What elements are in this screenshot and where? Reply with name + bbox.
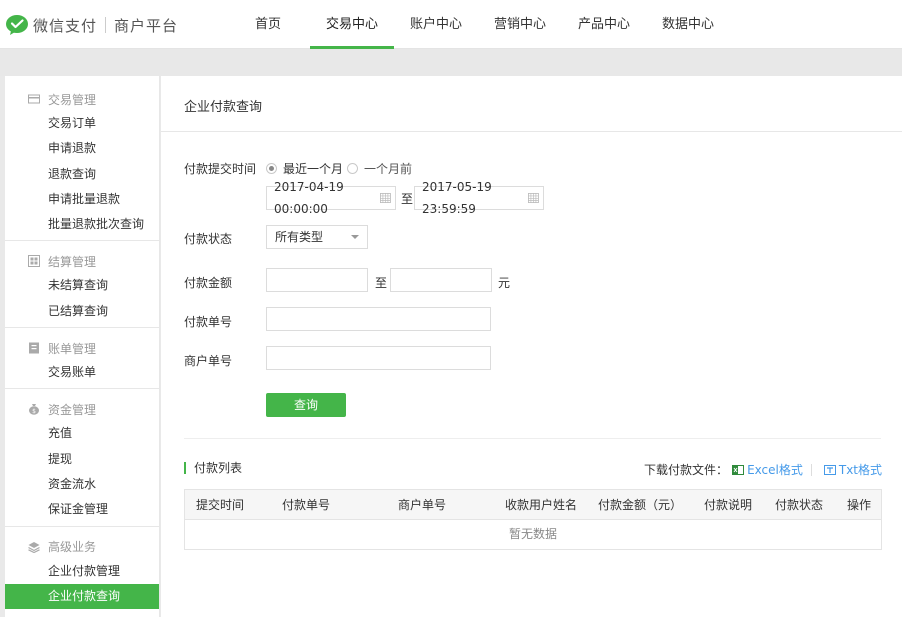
- sidebar-item-unsettled-query[interactable]: 未结算查询: [5, 273, 159, 298]
- sidebar-item-trade-bill[interactable]: 交易账单: [5, 360, 159, 385]
- brand-subtitle: 商户平台: [114, 16, 179, 35]
- sidebar-item-apply-refund[interactable]: 申请退款: [5, 136, 159, 161]
- txt-file-icon: [823, 464, 836, 475]
- sidebar-item-batch-refund-query[interactable]: 批量退款批次查询: [5, 212, 159, 237]
- col-pay-desc: 付款说明: [704, 498, 753, 512]
- card-icon: [28, 94, 40, 104]
- sidebar-group-title: 交易管理: [5, 91, 159, 107]
- money-bag-icon: $: [29, 404, 39, 415]
- time-label: 付款提交时间: [184, 162, 257, 176]
- table-empty-row: 暂无数据: [508, 527, 557, 541]
- date-separator: 至: [401, 192, 414, 206]
- sidebar-group-trade: 交易管理 交易订单 申请退款 退款查询 申请批量退款 批量退款批次查询: [5, 76, 159, 242]
- col-payee-name: 收款用户姓名: [505, 498, 578, 512]
- page-title: 企业付款查询: [184, 100, 263, 115]
- radio-unchecked-icon: [347, 163, 358, 174]
- sidebar-group-advanced: 高级业务 企业付款管理 企业付款查询: [5, 527, 159, 613]
- table-header: 提交时间 付款单号 商户单号 收款用户姓名 付款金额（元） 付款说明 付款状态 …: [185, 490, 881, 520]
- col-actions: 操作: [847, 498, 872, 512]
- query-button[interactable]: 查询: [266, 393, 346, 417]
- payment-table: 提交时间 付款单号 商户单号 收款用户姓名 付款金额（元） 付款说明 付款状态 …: [184, 489, 882, 550]
- excel-download-link[interactable]: Excel格式: [732, 461, 803, 478]
- sidebar-group-bill: 账单管理 交易账单: [5, 328, 159, 390]
- download-label: 下载付款文件：: [644, 463, 729, 477]
- sidebar-item-enterprise-pay-query[interactable]: 企业付款查询: [5, 583, 159, 610]
- sidebar-item-enterprise-pay-manage[interactable]: 企业付款管理: [5, 559, 159, 584]
- bill-icon: [29, 342, 39, 354]
- sidebar-item-deposit-manage[interactable]: 保证金管理: [5, 497, 159, 522]
- wechat-pay-logo-icon: [6, 15, 28, 35]
- col-merchant-no: 商户单号: [398, 498, 447, 512]
- sidebar-group-settlement: 结算管理 未结算查询 已结算查询: [5, 241, 159, 329]
- sidebar-item-trade-orders[interactable]: 交易订单: [5, 111, 159, 136]
- merchant-no-input[interactable]: [266, 346, 491, 370]
- col-pay-amount: 付款金额（元）: [598, 498, 683, 512]
- main-nav: 首页 交易中心 账户中心 营销中心 产品中心 数据中心: [226, 0, 730, 49]
- header-band: [0, 49, 902, 76]
- pay-no-input[interactable]: [266, 307, 491, 331]
- nav-product-center[interactable]: 产品中心: [562, 0, 646, 49]
- col-pay-no: 付款单号: [282, 498, 331, 512]
- pay-no-label: 付款单号: [184, 315, 233, 329]
- nav-data-center[interactable]: 数据中心: [646, 0, 730, 49]
- brand[interactable]: 微信支付 商户平台: [5, 14, 178, 36]
- txt-download-link[interactable]: Txt格式: [823, 461, 882, 478]
- status-select[interactable]: 所有类型: [266, 225, 368, 249]
- svg-text:$: $: [32, 408, 36, 415]
- excel-icon: [732, 464, 745, 475]
- top-header: 微信支付 商户平台 首页 交易中心 账户中心 营销中心 产品中心 数据中心: [0, 0, 902, 49]
- sidebar-item-withdraw[interactable]: 提现: [5, 447, 159, 472]
- list-title: 付款列表: [184, 462, 242, 474]
- sidebar-group-funds: $ 资金管理 充值 提现 资金流水 保证金管理: [5, 389, 159, 527]
- start-date-input[interactable]: 2017-04-19 00:00:00: [266, 180, 396, 216]
- layers-icon: [28, 541, 40, 553]
- end-date-input[interactable]: 2017-05-19 23:59:59: [414, 180, 544, 216]
- radio-recent-month[interactable]: 最近一个月: [266, 160, 343, 177]
- amount-min-input[interactable]: [266, 268, 368, 292]
- brand-name: 微信支付: [33, 16, 98, 35]
- nav-home[interactable]: 首页: [226, 0, 310, 49]
- chevron-down-icon: [351, 235, 359, 239]
- main-content: 企业付款查询 付款提交时间 最近一个月 一个月前 2017-04-19 00:0…: [161, 76, 902, 617]
- nav-marketing-center[interactable]: 营销中心: [478, 0, 562, 49]
- merchant-no-label: 商户单号: [184, 354, 233, 368]
- calendar-icon[interactable]: [528, 192, 539, 204]
- amount-separator: 至: [375, 276, 388, 290]
- amount-max-input[interactable]: [390, 268, 492, 292]
- title-divider: [161, 131, 902, 132]
- sidebar-item-recharge[interactable]: 充值: [5, 421, 159, 446]
- sidebar-item-settled-query[interactable]: 已结算查询: [5, 299, 159, 324]
- radio-month-before[interactable]: 一个月前: [347, 160, 412, 177]
- sidebar-group-title: $ 资金管理: [5, 401, 159, 417]
- brand-divider: [105, 17, 107, 33]
- nav-account-center[interactable]: 账户中心: [394, 0, 478, 49]
- sidebar-item-fund-flow[interactable]: 资金流水: [5, 472, 159, 497]
- download-bar: 下载付款文件： Excel格式 Txt格式: [644, 461, 882, 478]
- sidebar: 交易管理 交易订单 申请退款 退款查询 申请批量退款 批量退款批次查询 结算管理…: [5, 76, 160, 617]
- radio-checked-icon: [266, 163, 277, 174]
- status-label: 付款状态: [184, 232, 233, 246]
- nav-trade-center[interactable]: 交易中心: [310, 0, 394, 49]
- amount-unit: 元: [498, 276, 511, 290]
- sidebar-item-batch-refund[interactable]: 申请批量退款: [5, 187, 159, 212]
- col-submit-time: 提交时间: [196, 498, 245, 512]
- grid-icon: [28, 255, 40, 268]
- amount-label: 付款金额: [184, 276, 233, 290]
- download-divider: [810, 463, 812, 476]
- section-divider: [184, 438, 881, 439]
- calendar-icon[interactable]: [380, 192, 391, 204]
- sidebar-group-title: 账单管理: [5, 340, 159, 356]
- sidebar-group-title: 高级业务: [5, 539, 159, 555]
- sidebar-item-refund-query[interactable]: 退款查询: [5, 162, 159, 187]
- sidebar-group-title: 结算管理: [5, 253, 159, 269]
- col-pay-status: 付款状态: [775, 498, 824, 512]
